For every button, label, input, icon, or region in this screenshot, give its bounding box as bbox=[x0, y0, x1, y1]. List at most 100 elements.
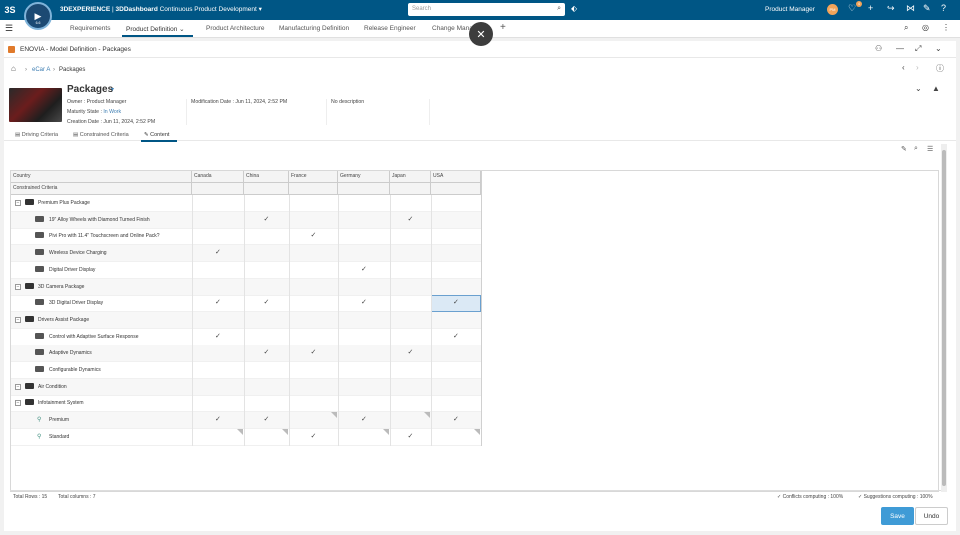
edit-icon[interactable]: ✎ bbox=[901, 145, 907, 153]
user-settings-icon[interactable]: ⚇ bbox=[875, 44, 882, 53]
tab-release-engineer[interactable]: Release Engineer bbox=[364, 25, 416, 32]
maturity-value[interactable]: In Work bbox=[103, 109, 121, 115]
table-row[interactable]: ⚲ Standard ✓ ✓ bbox=[11, 428, 482, 446]
table-row[interactable]: Digital Driver Display ✓ bbox=[11, 261, 482, 279]
check-icon[interactable]: ✓ bbox=[311, 231, 317, 239]
3ds-logo-icon[interactable]: 3S bbox=[0, 0, 20, 20]
tab-product-architecture[interactable]: Product Architecture bbox=[206, 25, 265, 32]
column-header-japan[interactable]: Japan bbox=[390, 171, 431, 183]
check-icon[interactable]: ✓ bbox=[361, 265, 367, 273]
collapse-icon[interactable]: − bbox=[15, 383, 21, 390]
table-row[interactable]: Wireless Device Charging ✓ bbox=[11, 245, 482, 263]
tools-icon[interactable]: ✎ bbox=[923, 3, 931, 14]
feature-icon bbox=[35, 349, 44, 356]
check-icon[interactable]: ✓ bbox=[453, 415, 459, 423]
table-row[interactable]: − Drivers Assist Package bbox=[11, 311, 482, 329]
menu-icon[interactable]: ☰ bbox=[5, 23, 13, 34]
chevron-down-icon[interactable]: ⌄ bbox=[915, 84, 922, 93]
column-header-usa[interactable]: USA bbox=[431, 171, 481, 183]
tab-requirements[interactable]: Requirements bbox=[70, 25, 110, 32]
compass-button[interactable]: ▶ 6.6 bbox=[24, 2, 52, 30]
chevron-down-icon[interactable]: ⌄ bbox=[179, 26, 184, 33]
minimize-icon[interactable]: — bbox=[896, 44, 904, 53]
check-icon[interactable]: ✓ bbox=[215, 332, 221, 340]
table-row[interactable]: 3D Digital Driver Display ✓ ✓ ✓ ✓ bbox=[11, 295, 482, 313]
save-button[interactable]: Save bbox=[881, 507, 914, 525]
tag-icon[interactable]: ⬖ bbox=[571, 4, 577, 13]
check-icon[interactable]: ✓ bbox=[408, 215, 414, 223]
table-row[interactable]: ⚲ Premium ✓ ✓ ✓ ✓ bbox=[11, 412, 482, 430]
table-row[interactable]: − Premium Plus Package bbox=[11, 195, 482, 212]
search-icon[interactable]: ⌕ bbox=[557, 5, 561, 13]
avatar[interactable]: PM bbox=[827, 4, 838, 15]
tab-change-management[interactable]: Change Management bbox=[432, 25, 474, 32]
home-icon[interactable]: ⌂ bbox=[11, 64, 16, 73]
chevron-down-icon[interactable]: ⌄ bbox=[935, 44, 942, 53]
check-icon[interactable]: ✓ bbox=[311, 432, 317, 440]
table-row[interactable]: Pivi Pro with 11.4" Touchscreen and Onli… bbox=[11, 228, 482, 246]
check-icon[interactable]: ✓ bbox=[215, 298, 221, 306]
table-row[interactable]: Configurable Dynamics bbox=[11, 362, 482, 379]
add-icon[interactable]: + bbox=[868, 3, 873, 13]
check-icon[interactable]: ✓ bbox=[408, 348, 414, 356]
tab-product-definition[interactable]: Product Definition ⌄ bbox=[126, 25, 185, 33]
tab-content[interactable]: ✎ Content bbox=[144, 132, 169, 138]
chevron-left-icon[interactable]: ‹ bbox=[902, 63, 905, 72]
check-icon[interactable]: ✓ bbox=[453, 298, 459, 306]
close-icon[interactable]: ✕ bbox=[469, 22, 493, 46]
info-icon[interactable]: ⓘ bbox=[936, 63, 944, 74]
check-icon[interactable]: ✓ bbox=[264, 215, 270, 223]
check-icon[interactable]: ✓ bbox=[311, 348, 317, 356]
view-icon[interactable]: ◎ bbox=[922, 23, 929, 32]
caret-down-icon[interactable]: ▾ bbox=[111, 86, 114, 93]
add-tab-icon[interactable]: + bbox=[500, 22, 506, 33]
dashboard-title[interactable]: 3DEXPERIENCE | 3DDashboard Continuous Pr… bbox=[60, 5, 262, 13]
check-icon[interactable]: ✓ bbox=[215, 248, 221, 256]
help-icon[interactable]: ? bbox=[941, 3, 946, 13]
check-icon[interactable]: ✓ bbox=[264, 348, 270, 356]
tab-manufacturing-definition[interactable]: Manufacturing Definition bbox=[279, 25, 349, 32]
vertical-scrollbar[interactable] bbox=[941, 144, 947, 492]
check-icon[interactable]: ✓ bbox=[264, 415, 270, 423]
column-header-china[interactable]: China bbox=[244, 171, 289, 183]
column-divider bbox=[289, 362, 290, 379]
table-row[interactable]: Adaptive Dynamics ✓ ✓ ✓ bbox=[11, 345, 482, 363]
tab-constrained-criteria-label: Constrained Criteria bbox=[79, 132, 129, 138]
more-icon[interactable]: ⋮ bbox=[942, 23, 950, 32]
table-row[interactable]: 19" Alloy Wheels with Diamond Turned Fin… bbox=[11, 211, 482, 229]
collapse-up-icon[interactable]: ▲ bbox=[932, 84, 940, 93]
table-row[interactable]: − Air Condition bbox=[11, 378, 482, 396]
user-name[interactable]: Product Manager bbox=[765, 6, 815, 13]
tab-constrained-criteria[interactable]: ▤ Constrained Criteria bbox=[73, 132, 129, 138]
check-icon[interactable]: ✓ bbox=[453, 332, 459, 340]
search-input[interactable]: Search ⌕ bbox=[408, 3, 565, 16]
column-header-canada[interactable]: Canada bbox=[192, 171, 244, 183]
chevron-right-icon[interactable]: › bbox=[916, 63, 919, 72]
zoom-icon[interactable]: ⌕ bbox=[914, 145, 918, 153]
network-icon[interactable]: ⋈ bbox=[906, 3, 915, 14]
check-icon[interactable]: ✓ bbox=[408, 432, 414, 440]
table-row[interactable]: Control with Adaptive Surface Response ✓ ✓ bbox=[11, 328, 482, 346]
breadcrumb-ecar[interactable]: eCar A bbox=[32, 67, 50, 73]
table-row[interactable]: − Infotainment System bbox=[11, 395, 482, 413]
undo-button[interactable]: Undo bbox=[915, 507, 948, 525]
check-icon[interactable]: ✓ bbox=[361, 415, 367, 423]
share-icon[interactable]: ↪ bbox=[887, 3, 895, 14]
collapse-icon[interactable]: − bbox=[15, 283, 21, 290]
check-icon[interactable]: ✓ bbox=[264, 298, 270, 306]
collapse-icon[interactable]: − bbox=[15, 200, 21, 206]
column-header-germany[interactable]: Germany bbox=[338, 171, 390, 183]
tab-driving-criteria[interactable]: ▤ Driving Criteria bbox=[15, 132, 58, 138]
settings-list-icon[interactable]: ☰ bbox=[927, 145, 933, 153]
maximize-icon[interactable]: ⤢ bbox=[915, 44, 921, 54]
collapse-icon[interactable]: − bbox=[15, 316, 21, 323]
check-icon[interactable]: ✓ bbox=[361, 298, 367, 306]
search-icon[interactable]: ⌕ bbox=[904, 23, 908, 33]
table-row[interactable]: − 3D Camera Package bbox=[11, 278, 482, 296]
chevron-down-icon[interactable]: ▾ bbox=[259, 6, 262, 13]
collapse-icon[interactable]: − bbox=[15, 400, 21, 407]
column-header-france[interactable]: France bbox=[289, 171, 338, 183]
check-icon[interactable]: ✓ bbox=[215, 415, 221, 423]
notifications-icon[interactable]: ♡ bbox=[848, 3, 856, 14]
scrollbar-thumb[interactable] bbox=[942, 150, 946, 486]
